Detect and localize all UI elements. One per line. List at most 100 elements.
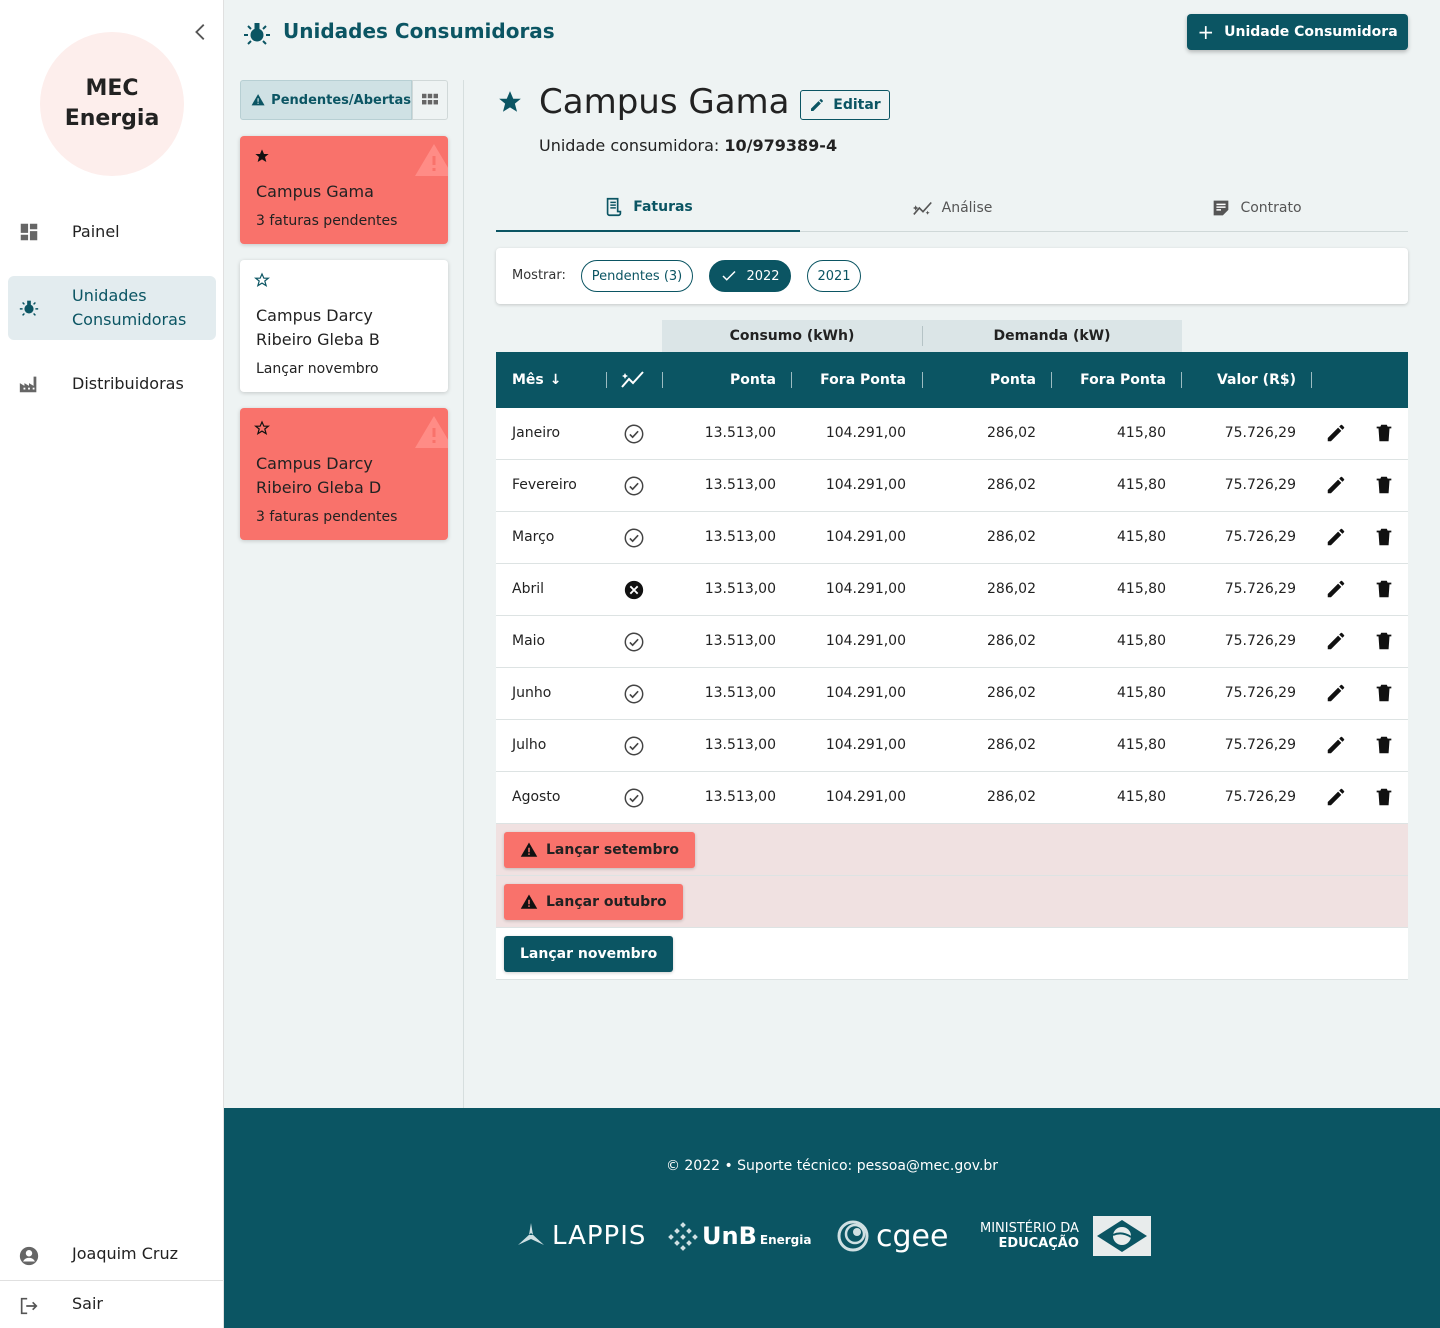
cell-d-ponta: 286,02	[987, 685, 1036, 701]
divider	[1311, 372, 1312, 388]
edit-label: Editar	[833, 97, 881, 113]
unb-logo-icon	[668, 1222, 698, 1251]
check-circle-icon	[623, 527, 645, 549]
cell-c-ponta: 13.513,00	[704, 529, 776, 545]
grid-view-button[interactable]	[412, 80, 448, 120]
cell-d-ponta: 286,02	[987, 477, 1036, 493]
chip-pendentes[interactable]: Pendentes (3)	[581, 260, 693, 292]
pencil-icon[interactable]	[1325, 578, 1347, 600]
warning-icon	[251, 94, 265, 106]
table-row: Abril 13.513,00 104.291,00 286,02 415,80 75.7…	[496, 564, 1408, 616]
tab-analise[interactable]: Análise	[800, 184, 1104, 232]
trash-icon[interactable]	[1373, 630, 1395, 652]
tab-faturas[interactable]: Faturas	[496, 184, 800, 232]
logout-icon	[20, 1297, 38, 1315]
launch-setembro-button[interactable]: Lançar setembro	[504, 832, 696, 868]
account-circle-icon	[19, 1246, 39, 1266]
tab-contrato[interactable]: Contrato	[1104, 184, 1408, 232]
cell-c-ponta: 13.513,00	[704, 789, 776, 805]
edit-button[interactable]: Editar	[800, 90, 890, 120]
launch-row: Lançar setembro	[496, 824, 1408, 876]
warning-icon	[415, 416, 448, 448]
add-unidade-label: Unidade Consumidora	[1224, 24, 1398, 40]
table-row: Fevereiro 13.513,00 104.291,00 286,02 415,80…	[496, 460, 1408, 512]
uc-title: Campus Gama	[539, 82, 790, 122]
collapse-sidebar-button[interactable]	[190, 20, 212, 44]
trash-icon[interactable]	[1373, 682, 1395, 704]
sidebar-item-distribuidoras[interactable]: Distribuidoras	[8, 368, 216, 400]
mec-logo-text: MINISTÉRIO DA EDUCAÇÃO	[980, 1221, 1079, 1251]
add-unidade-button[interactable]: + Unidade Consumidora	[1187, 14, 1408, 50]
chip-2022[interactable]: 2022	[709, 260, 791, 292]
plus-icon: +	[1197, 20, 1215, 44]
pencil-icon[interactable]	[1325, 422, 1347, 444]
star-outline-icon[interactable]	[254, 272, 270, 288]
column-c-ponta: Ponta	[730, 372, 776, 388]
logout-button[interactable]: Sair	[0, 1288, 224, 1324]
pencil-icon[interactable]	[1325, 786, 1347, 808]
cell-c-fora-ponta: 104.291,00	[825, 685, 906, 701]
footer: © 2022 • Suporte técnico: pessoa@mec.gov…	[224, 1108, 1440, 1328]
launch-outubro-button[interactable]: Lançar outubro	[504, 884, 683, 920]
trash-icon[interactable]	[1373, 422, 1395, 444]
uc-card-name: Campus Gama	[256, 182, 374, 201]
divider	[0, 1280, 224, 1281]
cell-c-ponta: 13.513,00	[704, 581, 776, 597]
mec-logo: MINISTÉRIO DA EDUCAÇÃO	[980, 1216, 1151, 1256]
filter-bar-label: Mostrar:	[512, 268, 566, 283]
trash-icon[interactable]	[1373, 786, 1395, 808]
cgee-logo-icon	[837, 1220, 869, 1252]
chip-2021[interactable]: 2021	[807, 260, 861, 292]
launch-novembro-button[interactable]: Lançar novembro	[504, 936, 674, 972]
cell-c-fora-ponta: 104.291,00	[825, 581, 906, 597]
cell-c-ponta: 13.513,00	[704, 633, 776, 649]
trash-icon[interactable]	[1373, 474, 1395, 496]
cell-mes: Fevereiro	[512, 477, 577, 493]
uc-card-campus-gama[interactable]: Campus Gama 3 faturas pendentes	[240, 136, 448, 244]
cell-c-fora-ponta: 104.291,00	[825, 529, 906, 545]
cell-c-ponta: 13.513,00	[704, 737, 776, 753]
filter-pendentes-button[interactable]: Pendentes/Abertas	[240, 80, 412, 120]
logout-label: Sair	[72, 1294, 103, 1313]
launch-row: Lançar outubro	[496, 876, 1408, 928]
pencil-icon[interactable]	[1325, 474, 1347, 496]
table-body: Janeiro 13.513,00 104.291,00 286,02 415,80 75…	[496, 408, 1408, 824]
trash-icon[interactable]	[1373, 526, 1395, 548]
cell-valor: 75.726,29	[1224, 737, 1296, 753]
error-circle-icon	[623, 579, 645, 601]
check-circle-icon	[623, 787, 645, 809]
uc-card-campus-darcy-ribeiro-gleba-d[interactable]: Campus Darcy Ribeiro Gleba D 3 faturas p…	[240, 408, 448, 540]
star-filled-icon[interactable]	[254, 148, 270, 164]
warning-icon	[520, 894, 538, 909]
cell-d-fora-ponta: 415,80	[1117, 529, 1166, 545]
table-row: Agosto 13.513,00 104.291,00 286,02 415,80 75.…	[496, 772, 1408, 824]
pencil-icon[interactable]	[1325, 734, 1347, 756]
uc-number-label: Unidade consumidora:	[539, 136, 720, 155]
check-circle-icon	[623, 475, 645, 497]
tabs: Faturas Análise Contrato	[496, 184, 1408, 232]
column-mes-sort[interactable]: Mês ↓	[512, 372, 562, 388]
trash-icon[interactable]	[1373, 578, 1395, 600]
pencil-icon[interactable]	[1325, 630, 1347, 652]
pencil-icon[interactable]	[1325, 682, 1347, 704]
filter-label: Pendentes/Abertas	[271, 92, 411, 108]
uc-card-campus-darcy-ribeiro-gleba-b[interactable]: Campus Darcy Ribeiro Gleba B Lançar nove…	[240, 260, 448, 392]
sidebar-item-label: Painel	[72, 222, 120, 241]
tab-label: Faturas	[633, 199, 693, 215]
cell-d-fora-ponta: 415,80	[1117, 685, 1166, 701]
cell-d-fora-ponta: 415,80	[1117, 425, 1166, 441]
sidebar-item-unidades[interactable]: Unidades Consumidoras	[8, 276, 216, 340]
divider	[791, 372, 792, 388]
cell-d-ponta: 286,02	[987, 737, 1036, 753]
pencil-icon[interactable]	[1325, 526, 1347, 548]
trash-icon[interactable]	[1373, 734, 1395, 756]
uc-card-name: Campus Darcy Ribeiro Gleba B	[256, 306, 380, 349]
chevron-left-icon	[195, 24, 205, 40]
lightbulb-icon	[19, 300, 39, 316]
sidebar-item-painel[interactable]: Painel	[8, 216, 216, 248]
user-profile[interactable]: Joaquim Cruz	[0, 1236, 224, 1276]
star-outline-icon[interactable]	[254, 420, 270, 436]
star-filled-icon[interactable]	[497, 89, 523, 115]
arrow-down-icon: ↓	[549, 372, 562, 388]
cell-c-fora-ponta: 104.291,00	[825, 633, 906, 649]
